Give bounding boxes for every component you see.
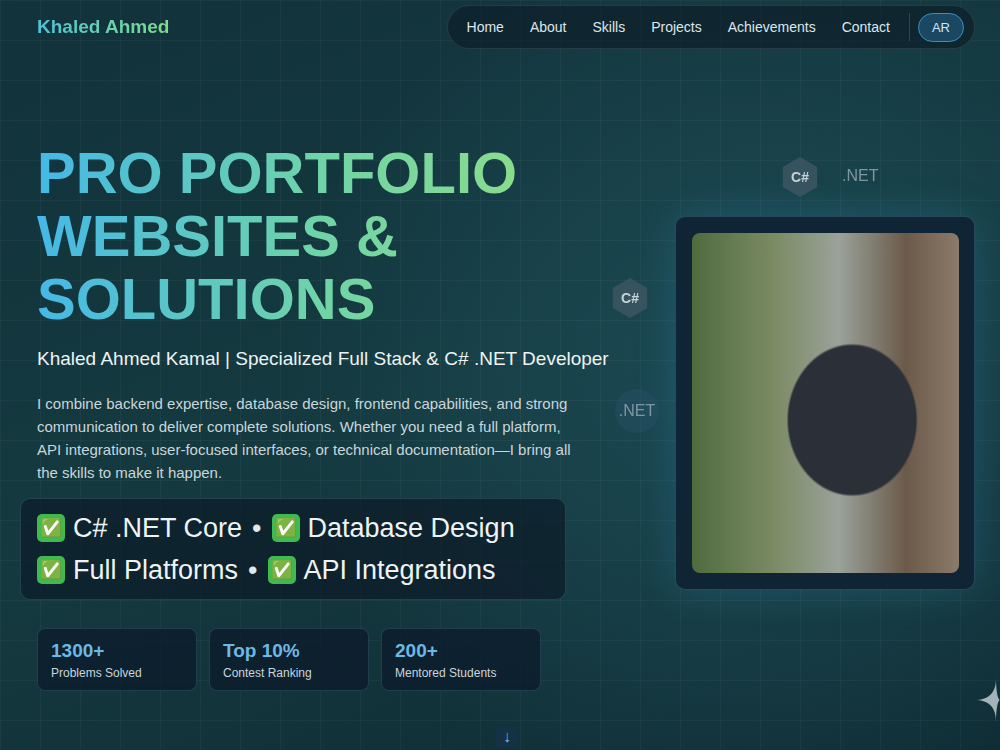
stats: 1300+ Problems Solved Top 10% Contest Ranki… bbox=[37, 628, 659, 691]
scroll-down-icon[interactable]: ↓ bbox=[496, 726, 518, 748]
feature-label: API Integrations bbox=[304, 549, 496, 591]
nav-link[interactable]: Achievements bbox=[717, 13, 827, 41]
nav-link[interactable]: Projects bbox=[640, 13, 713, 41]
stat-value: 1300+ bbox=[51, 640, 183, 662]
hero-description: I combine backend expertise, database de… bbox=[37, 392, 572, 484]
nav-link[interactable]: Contact bbox=[831, 13, 901, 41]
nav-link[interactable]: Skills bbox=[582, 13, 637, 41]
hero-title-line: SOLUTIONS bbox=[37, 267, 659, 330]
nav-link[interactable]: About bbox=[519, 13, 578, 41]
photo-frame bbox=[675, 216, 975, 590]
feature-box: ✅C# .NET Core•✅Database Design✅Full Plat… bbox=[20, 498, 566, 600]
brand-logo[interactable]: Khaled Ahmed bbox=[37, 16, 169, 38]
stat-card: Top 10% Contest Ranking bbox=[209, 628, 369, 691]
feature-separator: • bbox=[252, 507, 261, 549]
stat-label: Mentored Students bbox=[395, 666, 527, 680]
feature-label: Full Platforms bbox=[73, 549, 238, 591]
check-icon: ✅ bbox=[37, 556, 65, 584]
hero: PRO PORTFOLIOWEBSITES &SOLUTIONS Khaled A… bbox=[0, 141, 1000, 691]
stat-value: 200+ bbox=[395, 640, 527, 662]
nav-divider bbox=[909, 13, 910, 41]
hero-title-line: PRO PORTFOLIO bbox=[37, 141, 659, 204]
csharp-badge: C# bbox=[780, 157, 820, 197]
stat-label: Problems Solved bbox=[51, 666, 183, 680]
stat-label: Contest Ranking bbox=[223, 666, 355, 680]
feature-item: ✅ API Integrations bbox=[268, 549, 496, 591]
stat-value: Top 10% bbox=[223, 640, 355, 662]
check-icon: ✅ bbox=[272, 514, 300, 542]
profile-photo bbox=[692, 233, 959, 573]
feature-label: C# .NET Core bbox=[73, 507, 242, 549]
hero-title: PRO PORTFOLIOWEBSITES &SOLUTIONS bbox=[37, 141, 659, 330]
hero-title-line: WEBSITES & bbox=[37, 204, 659, 267]
portfolio-page: Khaled Ahmed HomeAboutSkillsProjectsAchie… bbox=[0, 0, 1000, 750]
feature-row: ✅ Full Platforms• ✅ API Integrations bbox=[37, 549, 549, 591]
language-button[interactable]: AR bbox=[918, 13, 964, 42]
stat-card: 200+ Mentored Students bbox=[381, 628, 541, 691]
sparkle-icon bbox=[974, 678, 1000, 722]
nav-link[interactable]: Home bbox=[456, 13, 515, 41]
stat-card: 1300+ Problems Solved bbox=[37, 628, 197, 691]
feature-item: ✅ Database Design bbox=[272, 507, 515, 549]
feature-item: ✅ C# .NET Core bbox=[37, 507, 242, 549]
feature-item: ✅ Full Platforms bbox=[37, 549, 238, 591]
feature-separator: • bbox=[248, 549, 257, 591]
dotnet-badge: .NET bbox=[615, 389, 659, 433]
feature-label: Database Design bbox=[308, 507, 515, 549]
nav-bar: HomeAboutSkillsProjectsAchievementsConta… bbox=[447, 5, 975, 49]
hero-content: PRO PORTFOLIOWEBSITES &SOLUTIONS Khaled A… bbox=[37, 141, 659, 691]
feature-row: ✅ C# .NET Core• ✅ Database Design bbox=[37, 507, 549, 549]
header: Khaled Ahmed HomeAboutSkillsProjectsAchie… bbox=[0, 0, 1000, 49]
hero-media bbox=[675, 216, 975, 590]
check-icon: ✅ bbox=[37, 514, 65, 542]
dotnet-badge: .NET bbox=[842, 167, 878, 185]
hero-subtitle: Khaled Ahmed Kamal | Specialized Full St… bbox=[37, 348, 659, 370]
check-icon: ✅ bbox=[268, 556, 296, 584]
